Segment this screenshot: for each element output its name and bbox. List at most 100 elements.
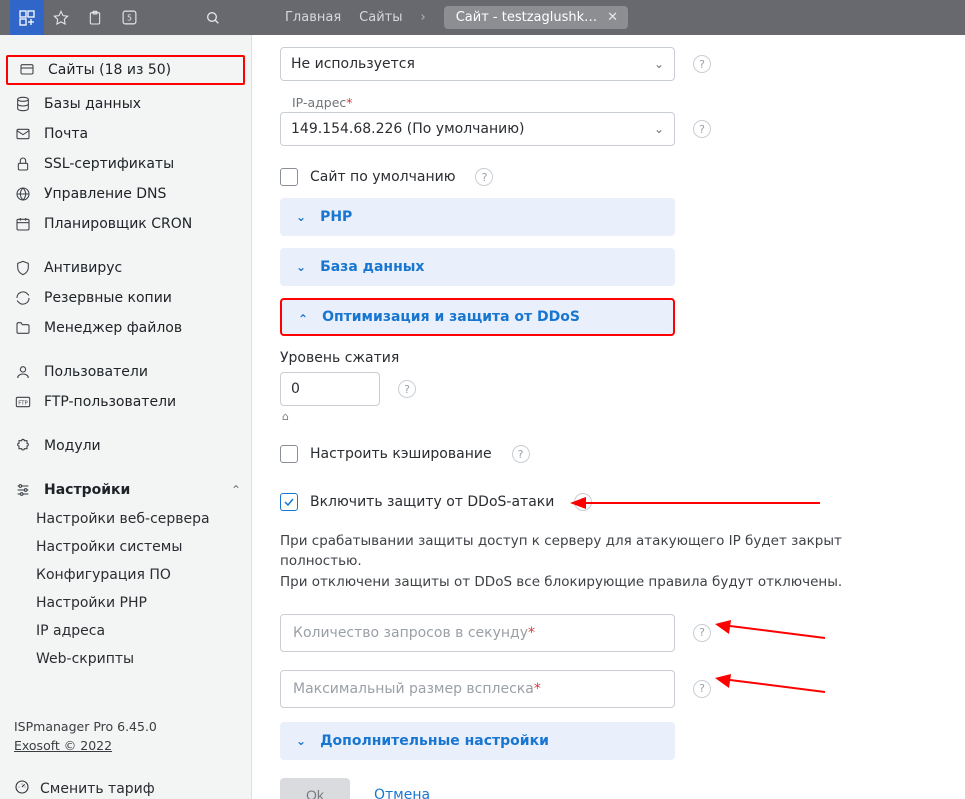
select-nouse[interactable]: Не используется ⌄ — [280, 47, 675, 81]
select-ip[interactable]: 149.154.68.226 (По умолчанию) ⌄ — [280, 112, 675, 146]
sidebar-sub-scripts[interactable]: Web-скрипты — [0, 645, 251, 673]
chevron-up-icon: ⌃ — [298, 312, 308, 326]
chevron-down-icon: ⌄ — [296, 260, 306, 274]
sidebar-item-ssl[interactable]: SSL-сертификаты — [0, 149, 251, 179]
section-title: PHP — [320, 209, 352, 225]
svg-text:FTP: FTP — [18, 401, 28, 407]
select-value: 149.154.68.226 (По умолчанию) — [291, 121, 525, 137]
lock-icon — [14, 156, 32, 172]
sidebar-item-users[interactable]: Пользователи — [0, 357, 251, 387]
sidebar-item-settings[interactable]: Настройки ⌃ — [0, 475, 251, 505]
sidebar-item-cron[interactable]: Планировщик CRON — [0, 209, 251, 239]
sidebar-sub-soft[interactable]: Конфигурация ПО — [0, 561, 251, 589]
chevron-down-icon: ⌄ — [296, 734, 306, 748]
user-icon — [14, 364, 32, 380]
refresh-icon — [14, 290, 32, 306]
checkbox-default-site[interactable] — [280, 168, 298, 186]
globe-icon — [14, 186, 32, 202]
sidebar-item-label: Настройки — [44, 482, 219, 498]
chevron-up-icon: ⌃ — [231, 483, 241, 497]
sliders-icon — [14, 482, 32, 498]
checkbox-cache[interactable] — [280, 445, 298, 463]
sidebar-item-dns[interactable]: Управление DNS — [0, 179, 251, 209]
sidebar-item-label: Планировщик CRON — [44, 216, 241, 232]
sidebar-item-modules[interactable]: Модули — [0, 431, 251, 461]
puzzle-icon — [14, 438, 32, 454]
crumb-home[interactable]: Главная — [285, 10, 341, 25]
help-icon[interactable]: ? — [574, 493, 592, 511]
help-icon[interactable]: ? — [693, 55, 711, 73]
crumb-sites[interactable]: Сайты — [359, 10, 402, 25]
ok-button[interactable]: Ok — [280, 778, 350, 799]
search-icon[interactable] — [196, 0, 230, 35]
sidebar: Сайты (18 из 50) Базы данных Почта SSL-с… — [0, 35, 252, 799]
annotation-arrow — [715, 674, 825, 696]
copyright-link[interactable]: Exosoft © 2022 — [14, 738, 237, 753]
section-db[interactable]: ⌄ База данных — [280, 248, 675, 286]
cancel-button[interactable]: Отмена — [374, 787, 430, 799]
gauge-icon — [14, 779, 30, 799]
topbar: 5 Главная Сайты › Сайт - testzaglushk… ✕ — [0, 0, 965, 35]
sidebar-sub-php[interactable]: Настройки PHP — [0, 589, 251, 617]
active-tab[interactable]: Сайт - testzaglushk… ✕ — [444, 6, 628, 29]
logo-icon[interactable] — [10, 0, 44, 35]
ip-label: IP-адрес* — [292, 95, 937, 110]
ftp-icon: FTP — [14, 395, 32, 409]
sidebar-item-label: Базы данных — [44, 96, 241, 112]
count-icon[interactable]: 5 — [112, 0, 146, 35]
change-tarif-label: Сменить тариф — [40, 781, 155, 797]
help-icon[interactable]: ? — [693, 120, 711, 138]
compress-input[interactable]: 0 — [280, 372, 380, 406]
sidebar-item-ftp[interactable]: FTP FTP-пользователи — [0, 387, 251, 417]
main-form: Не используется ⌄ ? IP-адрес* 149.154.68… — [252, 35, 965, 799]
svg-text:5: 5 — [127, 13, 132, 22]
lock-icon: ⌂ — [282, 410, 937, 423]
breadcrumb: Главная Сайты › Сайт - testzaglushk… ✕ — [285, 6, 628, 29]
sidebar-item-label: Пользователи — [44, 364, 241, 380]
sidebar-item-antivirus[interactable]: Антивирус — [0, 253, 251, 283]
input-burst[interactable]: Максимальный размер всплеска* — [280, 670, 675, 708]
star-icon[interactable] — [44, 0, 78, 35]
help-icon[interactable]: ? — [693, 680, 711, 698]
checkbox-ddos[interactable] — [280, 493, 298, 511]
placeholder-text: Количество запросов в секунду — [293, 625, 528, 641]
sidebar-item-sites[interactable]: Сайты (18 из 50) — [14, 62, 237, 78]
sidebar-item-mail[interactable]: Почта — [0, 119, 251, 149]
version-label: ISPmanager Pro 6.45.0 — [14, 719, 237, 734]
input-rps[interactable]: Количество запросов в секунду* — [280, 614, 675, 652]
sidebar-item-label: Менеджер файлов — [44, 320, 241, 336]
sites-icon — [18, 62, 36, 78]
annotation-arrow — [570, 495, 820, 511]
checkbox-label: Сайт по умолчанию — [310, 169, 455, 185]
section-php[interactable]: ⌄ PHP — [280, 198, 675, 236]
sidebar-item-db[interactable]: Базы данных — [0, 89, 251, 119]
help-icon[interactable]: ? — [475, 168, 493, 186]
sidebar-sub-sys[interactable]: Настройки системы — [0, 533, 251, 561]
close-icon[interactable]: ✕ — [607, 10, 618, 25]
change-tarif[interactable]: Сменить тариф — [0, 773, 251, 799]
checkbox-label: Включить защиту от DDoS-атаки — [310, 494, 554, 510]
select-value: Не используется — [291, 56, 415, 72]
sidebar-item-backup[interactable]: Резервные копии — [0, 283, 251, 313]
sidebar-sub-web[interactable]: Настройки веб-сервера — [0, 505, 251, 533]
help-icon[interactable]: ? — [693, 624, 711, 642]
checkbox-label: Настроить кэширование — [310, 446, 492, 462]
ddos-description: При срабатывании защиты доступ к серверу… — [280, 531, 890, 592]
sidebar-item-label: Модули — [44, 438, 241, 454]
help-icon[interactable]: ? — [512, 445, 530, 463]
sidebar-item-label: Резервные копии — [44, 290, 241, 306]
active-tab-label: Сайт - testzaglushk… — [456, 10, 597, 25]
database-icon — [14, 96, 32, 112]
sidebar-item-label: Сайты (18 из 50) — [48, 62, 237, 78]
sidebar-item-label: Управление DNS — [44, 186, 241, 202]
sidebar-item-label: Почта — [44, 126, 241, 142]
section-ddos[interactable]: ⌃ Оптимизация и защита от DDoS — [280, 298, 675, 336]
section-more[interactable]: ⌄ Дополнительные настройки — [280, 722, 675, 760]
section-title: Оптимизация и защита от DDoS — [322, 309, 580, 325]
mail-icon — [14, 126, 32, 142]
clipboard-icon[interactable] — [78, 0, 112, 35]
help-icon[interactable]: ? — [398, 380, 416, 398]
sidebar-sub-ip[interactable]: IP адреса — [0, 617, 251, 645]
sidebar-item-files[interactable]: Менеджер файлов — [0, 313, 251, 343]
annotation-arrow — [715, 620, 825, 642]
